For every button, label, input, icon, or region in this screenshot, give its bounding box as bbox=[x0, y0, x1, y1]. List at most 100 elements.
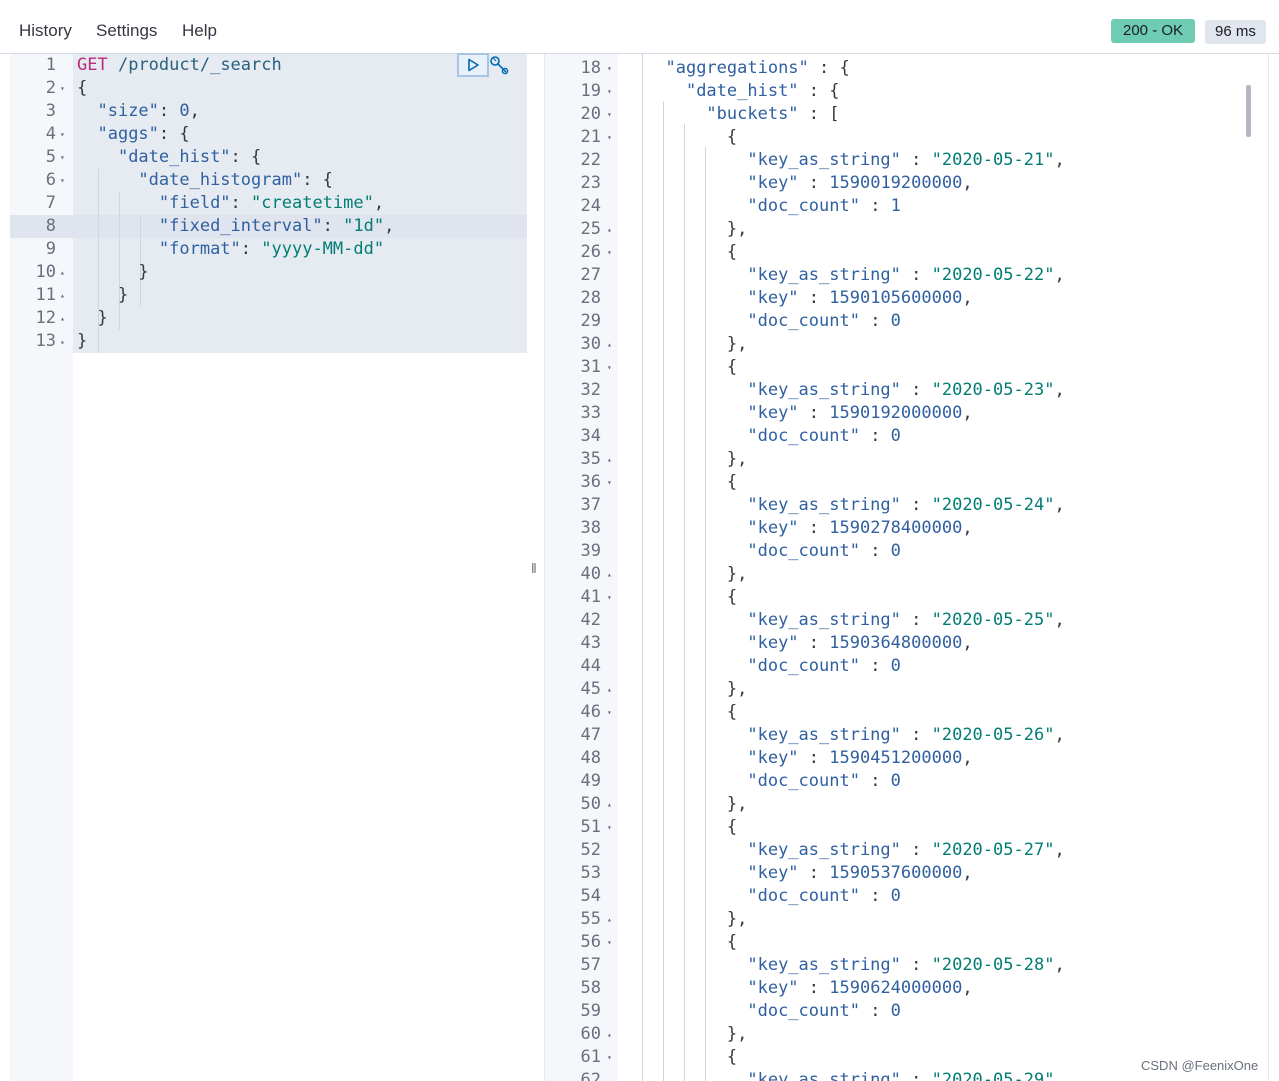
token-punc: : bbox=[798, 518, 830, 538]
token-punc bbox=[645, 311, 747, 331]
line-number: 42 bbox=[580, 610, 601, 630]
token-key: "doc_count" bbox=[747, 771, 860, 791]
pane-resize-handle[interactable]: ‖ bbox=[531, 560, 537, 576]
token-num: 1590019200000 bbox=[829, 173, 963, 193]
fold-open-icon[interactable]: ▾ bbox=[60, 77, 65, 100]
response-scrollbar[interactable] bbox=[1246, 85, 1251, 137]
token-key: "key_as_string" bbox=[747, 495, 901, 515]
fold-close-icon[interactable]: ▴ bbox=[60, 284, 65, 307]
fold-close-icon[interactable]: ▴ bbox=[607, 793, 612, 816]
line-number: 13 bbox=[35, 331, 56, 351]
token-str: "2020-05-27" bbox=[931, 840, 1055, 860]
line-text: "key_as_string" : "2020-05-24", bbox=[645, 494, 1064, 517]
code-line: 26 ▾ { bbox=[545, 241, 1258, 264]
line-text: "key" : 1590537600000, bbox=[645, 862, 972, 885]
token-punc: : bbox=[859, 1001, 891, 1021]
line-text: "date_histogram": { bbox=[77, 169, 332, 192]
fold-close-icon[interactable]: ▴ bbox=[60, 307, 65, 330]
line-number: 46 bbox=[580, 702, 601, 722]
fold-open-icon[interactable]: ▾ bbox=[607, 80, 612, 103]
play-icon bbox=[468, 58, 479, 72]
token-punc bbox=[77, 193, 159, 213]
fold-open-icon[interactable]: ▾ bbox=[607, 126, 612, 149]
token-punc: : bbox=[798, 288, 830, 308]
code-line: 27 "key_as_string" : "2020-05-22", bbox=[545, 264, 1258, 287]
line-text: "size": 0, bbox=[77, 100, 199, 123]
fold-close-icon[interactable]: ▴ bbox=[607, 563, 612, 586]
code-line: 37 "key_as_string" : "2020-05-24", bbox=[545, 494, 1258, 517]
fold-open-icon[interactable]: ▾ bbox=[607, 586, 612, 609]
send-request-button[interactable] bbox=[457, 53, 489, 77]
fold-close-icon[interactable]: ▴ bbox=[607, 448, 612, 471]
token-punc bbox=[645, 656, 747, 676]
fold-open-icon[interactable]: ▾ bbox=[607, 356, 612, 379]
line-number: 60 bbox=[580, 1024, 601, 1044]
token-punc: : bbox=[798, 403, 830, 423]
fold-open-icon[interactable]: ▾ bbox=[60, 146, 65, 169]
token-num: 0 bbox=[890, 1001, 901, 1021]
line-text: "buckets" : [ bbox=[645, 103, 839, 126]
line-text: "key" : 1590451200000, bbox=[645, 747, 972, 770]
token-str: "2020-05-26" bbox=[931, 725, 1055, 745]
fold-open-icon[interactable]: ▾ bbox=[607, 57, 612, 80]
request-settings-button[interactable] bbox=[489, 55, 509, 77]
fold-close-icon[interactable]: ▴ bbox=[607, 333, 612, 356]
token-punc: : bbox=[240, 239, 262, 259]
token-str: "2020-05-23" bbox=[931, 380, 1055, 400]
fold-open-icon[interactable]: ▾ bbox=[607, 471, 612, 494]
code-line: 57 "key_as_string" : "2020-05-28", bbox=[545, 954, 1258, 977]
fold-close-icon[interactable]: ▴ bbox=[607, 678, 612, 701]
line-number: 52 bbox=[580, 840, 601, 860]
code-line: 5 ▾ "date_hist": { bbox=[10, 146, 527, 169]
fold-close-icon[interactable]: ▴ bbox=[607, 908, 612, 931]
code-line: 51 ▾ { bbox=[545, 816, 1258, 839]
token-punc: : bbox=[798, 173, 830, 193]
menu-settings[interactable]: Settings bbox=[96, 21, 157, 41]
token-punc bbox=[645, 426, 747, 446]
token-num: 1 bbox=[890, 196, 901, 216]
response-editor[interactable]: 18 ▾ "aggregations" : {19 ▾ "date_hist" : … bbox=[545, 54, 1258, 1081]
fold-close-icon[interactable]: ▴ bbox=[60, 261, 65, 284]
token-punc: : bbox=[859, 196, 891, 216]
token-punc bbox=[645, 403, 747, 423]
fold-close-icon[interactable]: ▴ bbox=[607, 1023, 612, 1046]
token-punc bbox=[645, 1070, 747, 1081]
token-punc: , bbox=[384, 216, 395, 236]
line-number: 10 bbox=[35, 262, 56, 282]
fold-open-icon[interactable]: ▾ bbox=[60, 169, 65, 192]
code-line: 52 "key_as_string" : "2020-05-27", bbox=[545, 839, 1258, 862]
fold-close-icon[interactable]: ▴ bbox=[60, 330, 65, 353]
fold-open-icon[interactable]: ▾ bbox=[607, 241, 612, 264]
token-key: "key_as_string" bbox=[747, 265, 901, 285]
line-text: { bbox=[645, 816, 737, 839]
code-line: 47 "key_as_string" : "2020-05-26", bbox=[545, 724, 1258, 747]
fold-open-icon[interactable]: ▾ bbox=[607, 816, 612, 839]
token-punc: }, bbox=[645, 334, 748, 354]
menu-history[interactable]: History bbox=[19, 21, 72, 41]
token-punc: : bbox=[798, 748, 830, 768]
code-line: 44 "doc_count" : 0 bbox=[545, 655, 1258, 678]
line-number: 4 bbox=[45, 124, 56, 144]
token-punc bbox=[645, 886, 747, 906]
request-editor[interactable]: 1 GET /product/_search 2 ▾{3 "size": 0, 4 ▾ "… bbox=[10, 54, 527, 1081]
token-str: "2020-05-24" bbox=[931, 495, 1055, 515]
line-text: "doc_count" : 0 bbox=[645, 310, 901, 333]
token-key: "date_hist" bbox=[117, 147, 231, 167]
menu-help[interactable]: Help bbox=[182, 21, 217, 41]
token-punc: : bbox=[859, 311, 891, 331]
line-text: { bbox=[645, 471, 737, 494]
fold-open-icon[interactable]: ▾ bbox=[607, 701, 612, 724]
line-text: "aggs": { bbox=[77, 123, 189, 146]
fold-open-icon[interactable]: ▾ bbox=[607, 1046, 612, 1069]
line-number: 48 bbox=[580, 748, 601, 768]
token-punc bbox=[645, 955, 747, 975]
token-punc bbox=[645, 840, 747, 860]
fold-open-icon[interactable]: ▾ bbox=[607, 103, 612, 126]
fold-open-icon[interactable]: ▾ bbox=[607, 931, 612, 954]
line-number: 43 bbox=[580, 633, 601, 653]
code-line: 7 "field": "createtime", bbox=[10, 192, 527, 215]
token-punc bbox=[77, 239, 159, 259]
code-line: 45 ▴ }, bbox=[545, 678, 1258, 701]
fold-open-icon[interactable]: ▾ bbox=[60, 123, 65, 146]
fold-close-icon[interactable]: ▴ bbox=[607, 218, 612, 241]
